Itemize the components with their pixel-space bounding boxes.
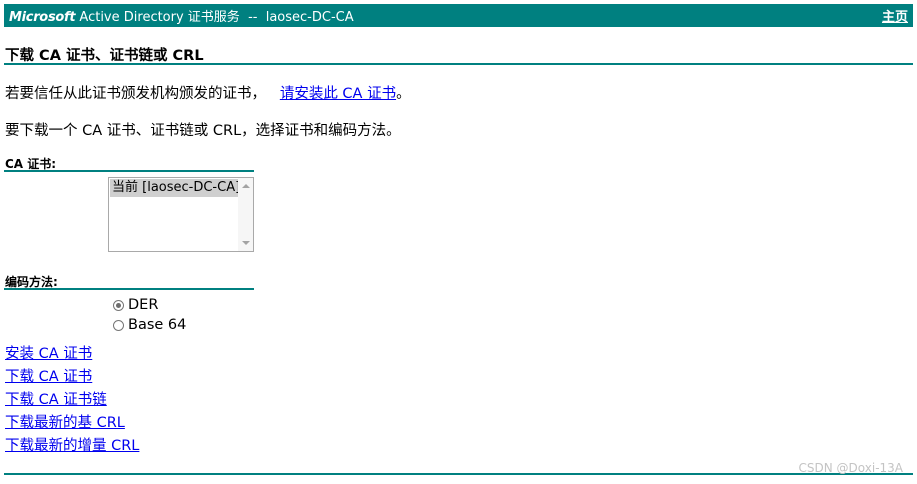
install-ca-link[interactable]: 安装 CA 证书 — [5, 343, 139, 366]
page: Microsoft Active Directory 证书服务 -- laose… — [0, 0, 917, 484]
header-title-text: Active Directory 证书服务 -- laosec-DC-CA — [75, 10, 354, 25]
scroll-down-arrow-icon[interactable] — [242, 241, 250, 245]
action-links: 安装 CA 证书 下载 CA 证书 下载 CA 证书链 下载最新的基 CRL 下… — [5, 343, 139, 458]
radio-der[interactable] — [113, 299, 124, 311]
ca-cert-option-current[interactable]: 当前 [laosec-DC-CA] — [110, 179, 238, 197]
footer-divider — [4, 473, 913, 475]
intro-suffix: 。 — [396, 86, 411, 102]
intro-paragraph: 若要信任从此证书颁发机构颁发的证书， 请安装此 CA 证书。 — [5, 82, 411, 103]
ca-cert-divider — [4, 170, 254, 172]
header-bar: Microsoft Active Directory 证书服务 -- laose… — [4, 4, 913, 27]
watermark-text: CSDN @Doxi-13A — [798, 461, 903, 475]
listbox-scrollbar[interactable] — [238, 178, 253, 251]
scroll-up-arrow-icon[interactable] — [242, 184, 250, 188]
download-ca-link[interactable]: 下载 CA 证书 — [5, 366, 139, 389]
page-title: 下载 CA 证书、证书链或 CRL — [5, 48, 204, 64]
install-ca-inline-link[interactable]: 请安装此 CA 证书 — [280, 86, 396, 102]
microsoft-brand: Microsoft — [9, 10, 76, 25]
intro-text: 若要信任从此证书颁发机构颁发的证书， — [5, 86, 266, 102]
header-title: Microsoft Active Directory 证书服务 -- laose… — [9, 6, 354, 25]
radio-base64[interactable] — [113, 319, 124, 331]
encoding-divider — [4, 288, 254, 290]
download-delta-crl-link[interactable]: 下载最新的增量 CRL — [5, 435, 139, 458]
radio-base64-label: Base 64 — [128, 317, 187, 333]
radio-der-row[interactable]: DER — [113, 297, 158, 313]
download-chain-link[interactable]: 下载 CA 证书链 — [5, 389, 139, 412]
title-divider — [4, 63, 913, 65]
download-base-crl-link[interactable]: 下载最新的基 CRL — [5, 412, 139, 435]
radio-base64-row[interactable]: Base 64 — [113, 317, 186, 333]
radio-der-label: DER — [128, 297, 159, 313]
home-link[interactable]: 主页 — [882, 6, 908, 25]
ca-cert-listbox[interactable]: 当前 [laosec-DC-CA] — [108, 177, 254, 252]
instruction-text: 要下载一个 CA 证书、证书链或 CRL，选择证书和编码方法。 — [5, 123, 401, 139]
